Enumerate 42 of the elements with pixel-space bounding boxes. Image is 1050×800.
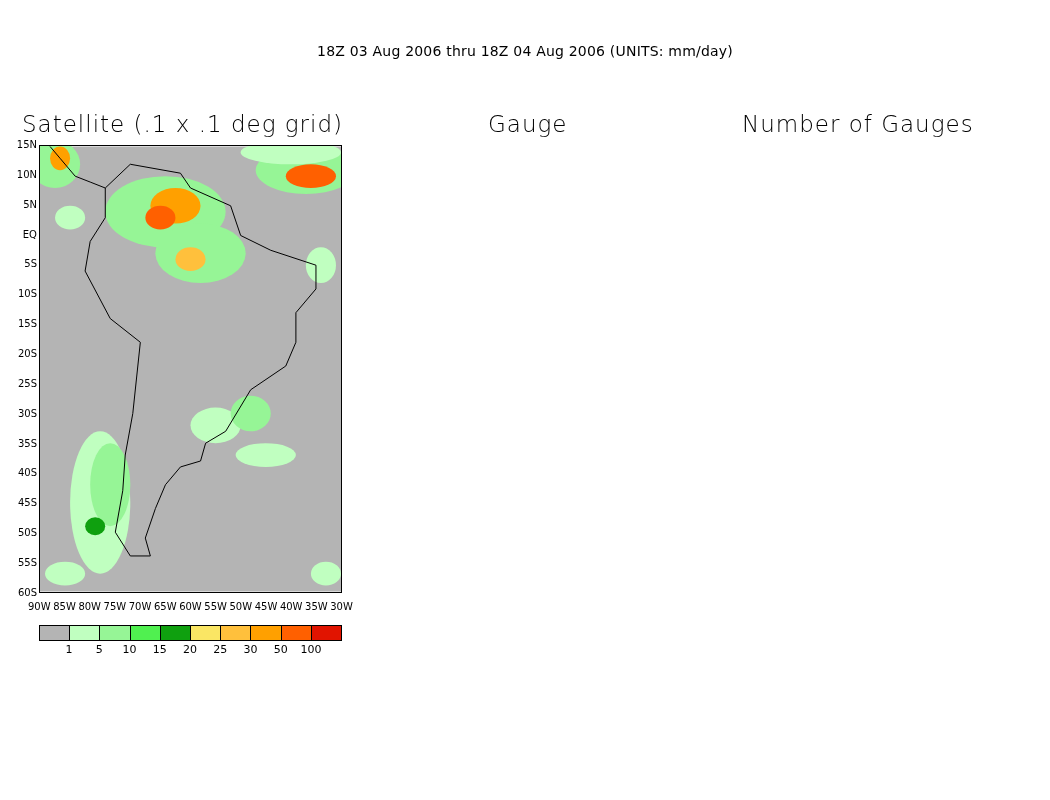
longitude-label: 40W bbox=[279, 601, 303, 613]
latitude-label: 40S bbox=[17, 467, 37, 480]
latitude-label: 60S bbox=[17, 586, 37, 599]
scale-label: 15 bbox=[151, 643, 168, 656]
panel-title: Gauge bbox=[488, 111, 568, 137]
latitude-label: 35S bbox=[17, 437, 37, 450]
panel-title: Number of Gauges bbox=[742, 111, 974, 137]
longitude-label: 90W bbox=[28, 601, 51, 613]
latitude-label: 10S bbox=[17, 288, 37, 301]
scale-label: 50 bbox=[272, 643, 289, 656]
latitude-label: 20S bbox=[17, 348, 37, 360]
scale-label: 25 bbox=[212, 643, 229, 656]
scale-label: 20 bbox=[182, 643, 198, 656]
longitude-label: 70W bbox=[128, 601, 152, 613]
longitude-label: 75W bbox=[103, 601, 127, 613]
latitude-label: 25S bbox=[17, 377, 37, 390]
latitude-label: 10N bbox=[16, 168, 37, 181]
scale-label: 30 bbox=[242, 643, 259, 656]
latitude-label: 45S bbox=[17, 497, 37, 510]
latitude-label: 5S bbox=[24, 258, 37, 271]
longitude-label: 55W bbox=[204, 601, 227, 613]
longitude-label: 65W bbox=[153, 601, 177, 613]
longitude-label: 30W bbox=[330, 601, 353, 613]
longitude-label: 85W bbox=[53, 601, 76, 613]
latitude-label: 55S bbox=[17, 557, 37, 570]
longitude-label: 35W bbox=[305, 601, 328, 613]
latitude-label: 30S bbox=[17, 407, 37, 420]
latitude-label: 15S bbox=[17, 318, 37, 331]
longitude-label: 50W bbox=[229, 601, 253, 613]
panel-title: Satellite (.1 x .1 deg grid) bbox=[22, 111, 343, 137]
scale-label: 10 bbox=[121, 643, 138, 656]
scale-label: 5 bbox=[94, 643, 104, 656]
scale-label: 100 bbox=[299, 643, 323, 656]
longitude-label: 45W bbox=[254, 601, 278, 613]
longitude-label: 80W bbox=[78, 601, 101, 613]
longitude-label: 60W bbox=[179, 601, 202, 613]
latitude-label: EQ bbox=[22, 228, 37, 241]
plot-title: 18Z 03 Aug 2006 thru 18Z 04 Aug 2006 (UNITS: mm/day) bbox=[316, 43, 734, 59]
latitude-label: 50S bbox=[17, 527, 37, 540]
scale-label: 1 bbox=[64, 643, 74, 656]
latitude-label: 5N bbox=[23, 198, 37, 211]
latitude-label: 15N bbox=[16, 139, 37, 151]
